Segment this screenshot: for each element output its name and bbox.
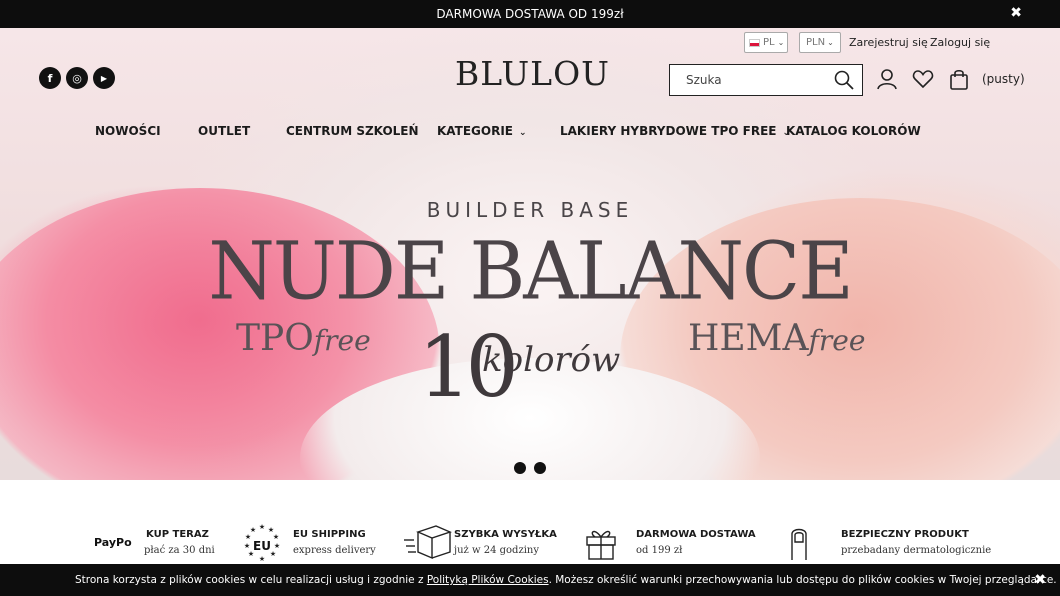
nav-item-outlet[interactable]: OUTLET	[198, 124, 250, 138]
announcement-text: DARMOWA DOSTAWA OD 199zł	[436, 7, 624, 21]
user-icon[interactable]	[876, 68, 898, 90]
slider-dot-1[interactable]	[514, 462, 526, 474]
nav-item-nowosci[interactable]: NOWOŚCI	[95, 124, 161, 138]
hero-subtitle: BUILDER BASE	[426, 198, 634, 222]
feature-subtitle: już w 24 godziny	[454, 545, 540, 556]
paypo-logo: PayPo	[94, 536, 132, 549]
hero-tpo-free: TPOfree	[236, 318, 371, 359]
nav-label: LAKIERY HYBRYDOWE TPO FREE	[560, 124, 777, 138]
cookie-text: Strona korzysta z plików cookies w celu …	[75, 574, 1057, 586]
nav-label: KATEGORIE	[437, 124, 513, 138]
svg-text:★: ★	[259, 523, 265, 531]
poland-flag-icon	[749, 38, 760, 47]
nav-label: CENTRUM SZKOLEŃ	[286, 124, 419, 138]
feature-title: BEZPIECZNY PRODUKT	[841, 529, 969, 540]
free-text: free	[808, 324, 866, 357]
feature-subtitle: od 199 zł	[636, 545, 683, 556]
search-box[interactable]	[669, 64, 863, 96]
cookie-text-after: . Możesz określić warunki przechowywania…	[548, 574, 1057, 586]
nail-icon	[791, 528, 807, 560]
nav-label: OUTLET	[198, 124, 251, 138]
instagram-icon[interactable]: ◎	[66, 67, 88, 89]
search-icon[interactable]	[834, 70, 854, 90]
svg-text:★: ★	[244, 542, 250, 550]
svg-text:★: ★	[259, 555, 265, 563]
cookie-text-before: Strona korzysta z plików cookies w celu …	[75, 574, 427, 586]
slider-dot-2[interactable]	[534, 462, 546, 474]
svg-text:★: ★	[250, 526, 256, 534]
shopping-bag-icon[interactable]	[948, 68, 970, 90]
svg-text:★: ★	[274, 542, 280, 550]
nav-label: NOWOŚCI	[95, 124, 161, 138]
facebook-icon[interactable]: f	[39, 67, 61, 89]
currency-value: PLN	[806, 37, 826, 48]
register-link[interactable]: Zarejestruj się	[849, 36, 928, 49]
heart-icon[interactable]	[912, 68, 934, 90]
cookie-policy-link[interactable]: Polityką Plików Cookies	[427, 574, 549, 586]
eu-stars-icon: ★ ★★★ ★★★★ ★★ EU	[244, 523, 280, 563]
currency-select[interactable]: PLN ⌄	[799, 32, 841, 53]
close-icon[interactable]: ✖	[1010, 5, 1022, 21]
eu-logo-text: EU	[253, 539, 271, 553]
feature-title: DARMOWA DOSTAWA	[636, 529, 756, 540]
chevron-down-icon: ⌄	[519, 128, 527, 138]
hema-text: HEMA	[688, 318, 809, 359]
search-input[interactable]	[670, 73, 830, 87]
site-logo[interactable]: BLULOU	[455, 54, 609, 94]
free-text: free	[313, 324, 371, 357]
chevron-down-icon: ⌄	[827, 38, 834, 47]
hero-title: NUDE BALANCE	[208, 223, 853, 318]
svg-text:★: ★	[273, 533, 279, 541]
nav-label: KATALOG KOLORÓW	[786, 124, 921, 138]
feature-title: KUP TERAZ	[146, 529, 209, 540]
nav-item-kategorie[interactable]: KATEGORIE ⌄	[437, 124, 527, 138]
feature-title: SZYBKA WYSYŁKA	[454, 529, 557, 540]
youtube-icon[interactable]: ▶	[93, 67, 115, 89]
tpo-text: TPO	[236, 318, 314, 359]
feature-subtitle: płać za 30 dni	[144, 545, 215, 556]
language-value: PL	[763, 37, 775, 48]
hero-kolorow: kolorów	[482, 340, 621, 380]
language-select[interactable]: PL ⌄	[744, 32, 788, 53]
login-link[interactable]: Zaloguj się	[930, 36, 990, 49]
feature-subtitle: przebadany dermatologicznie	[841, 545, 992, 556]
hero-hema-free: HEMAfree	[688, 318, 865, 359]
nav-item-lakiery-hybrydowe[interactable]: LAKIERY HYBRYDOWE TPO FREE ⌄	[560, 124, 790, 138]
close-icon[interactable]: ✖	[1034, 572, 1046, 588]
cart-status[interactable]: (pusty)	[982, 72, 1025, 86]
feature-subtitle: express delivery	[293, 545, 376, 556]
nav-item-katalog-kolorow[interactable]: KATALOG KOLORÓW	[786, 124, 921, 138]
nav-item-centrum-szkolen[interactable]: CENTRUM SZKOLEŃ	[286, 124, 419, 138]
announcement-bar: DARMOWA DOSTAWA OD 199zł ✖	[0, 0, 1060, 28]
main-navigation: NOWOŚCI OUTLET CENTRUM SZKOLEŃ KATEGORIE…	[0, 124, 1060, 144]
delivery-box-icon	[404, 525, 452, 560]
cookie-bar: Strona korzysta z plików cookies w celu …	[0, 564, 1060, 596]
feature-title: EU SHIPPING	[293, 529, 366, 540]
chevron-down-icon: ⌄	[777, 38, 785, 47]
gift-icon	[586, 530, 616, 560]
svg-text:★: ★	[245, 533, 251, 541]
